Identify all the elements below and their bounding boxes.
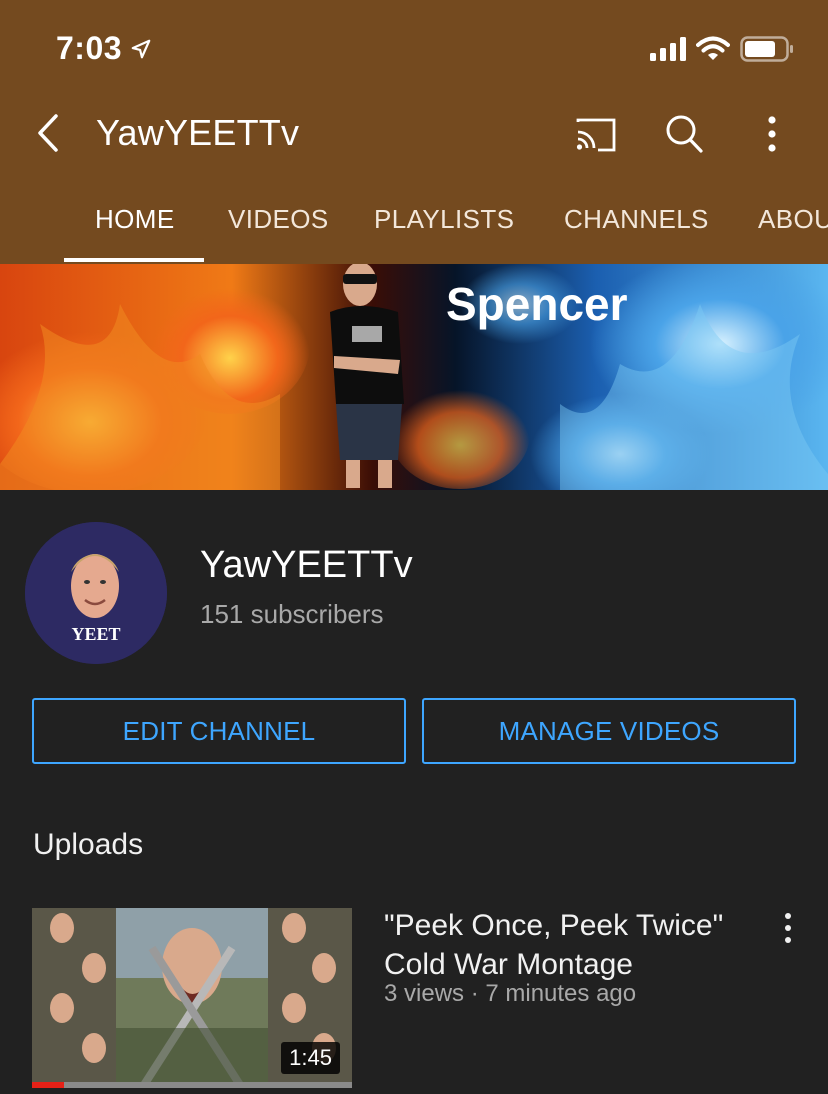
location-arrow-icon [131, 39, 151, 58]
channel-tabs: HOME VIDEOS PLAYLISTS CHANNELS ABOUT [0, 196, 828, 264]
status-time: 7:03 [56, 30, 152, 67]
battery-icon [740, 36, 793, 62]
tab-about[interactable]: ABOUT [758, 204, 828, 235]
subscriber-count: 151 subscribers [200, 599, 384, 629]
cellular-signal-icon [650, 37, 686, 61]
active-tab-indicator [64, 258, 204, 262]
wifi-icon [696, 36, 730, 60]
tab-playlists[interactable]: PLAYLISTS [374, 204, 514, 235]
avatar-text: YEET [71, 624, 120, 644]
channel-header: 7:03 YawYEETTv HOME VIDEOS PLAYLISTS CHA… [0, 0, 828, 264]
video-title[interactable]: "Peek Once, Peek Twice" Cold War Montage [384, 906, 754, 984]
video-meta: 3 views · 7 minutes ago [384, 980, 637, 1007]
banner-text: Spencer [446, 278, 628, 330]
search-icon[interactable] [662, 112, 706, 156]
channel-avatar[interactable]: YEET [25, 522, 167, 664]
status-icons [650, 36, 794, 62]
uploads-section-title: Uploads [33, 828, 144, 861]
video-duration: 1:45 [281, 1042, 340, 1074]
tab-home[interactable]: HOME [95, 204, 175, 235]
cast-icon[interactable] [574, 112, 618, 156]
banner-art: Spencer [0, 264, 828, 490]
status-time-text: 7:03 [56, 30, 123, 66]
manage-videos-button[interactable]: MANAGE VIDEOS [422, 698, 796, 764]
channel-name: YawYEETTv [200, 544, 413, 586]
channel-banner: Spencer [0, 264, 828, 490]
video-thumbnail[interactable]: 1:45 [32, 908, 352, 1088]
tab-videos[interactable]: VIDEOS [228, 204, 329, 235]
video-more-icon[interactable] [774, 910, 802, 946]
watch-progress-fill [32, 1082, 64, 1088]
app-bar-channel-title: YawYEETTv [96, 112, 300, 153]
watch-progress-bar [32, 1082, 352, 1088]
more-vertical-icon[interactable] [750, 112, 794, 156]
back-chevron-icon[interactable] [30, 110, 70, 156]
edit-channel-button[interactable]: EDIT CHANNEL [32, 698, 406, 764]
top-app-bar: YawYEETTv [0, 100, 828, 166]
tab-channels[interactable]: CHANNELS [564, 204, 709, 235]
avatar-art: YEET [25, 522, 167, 664]
